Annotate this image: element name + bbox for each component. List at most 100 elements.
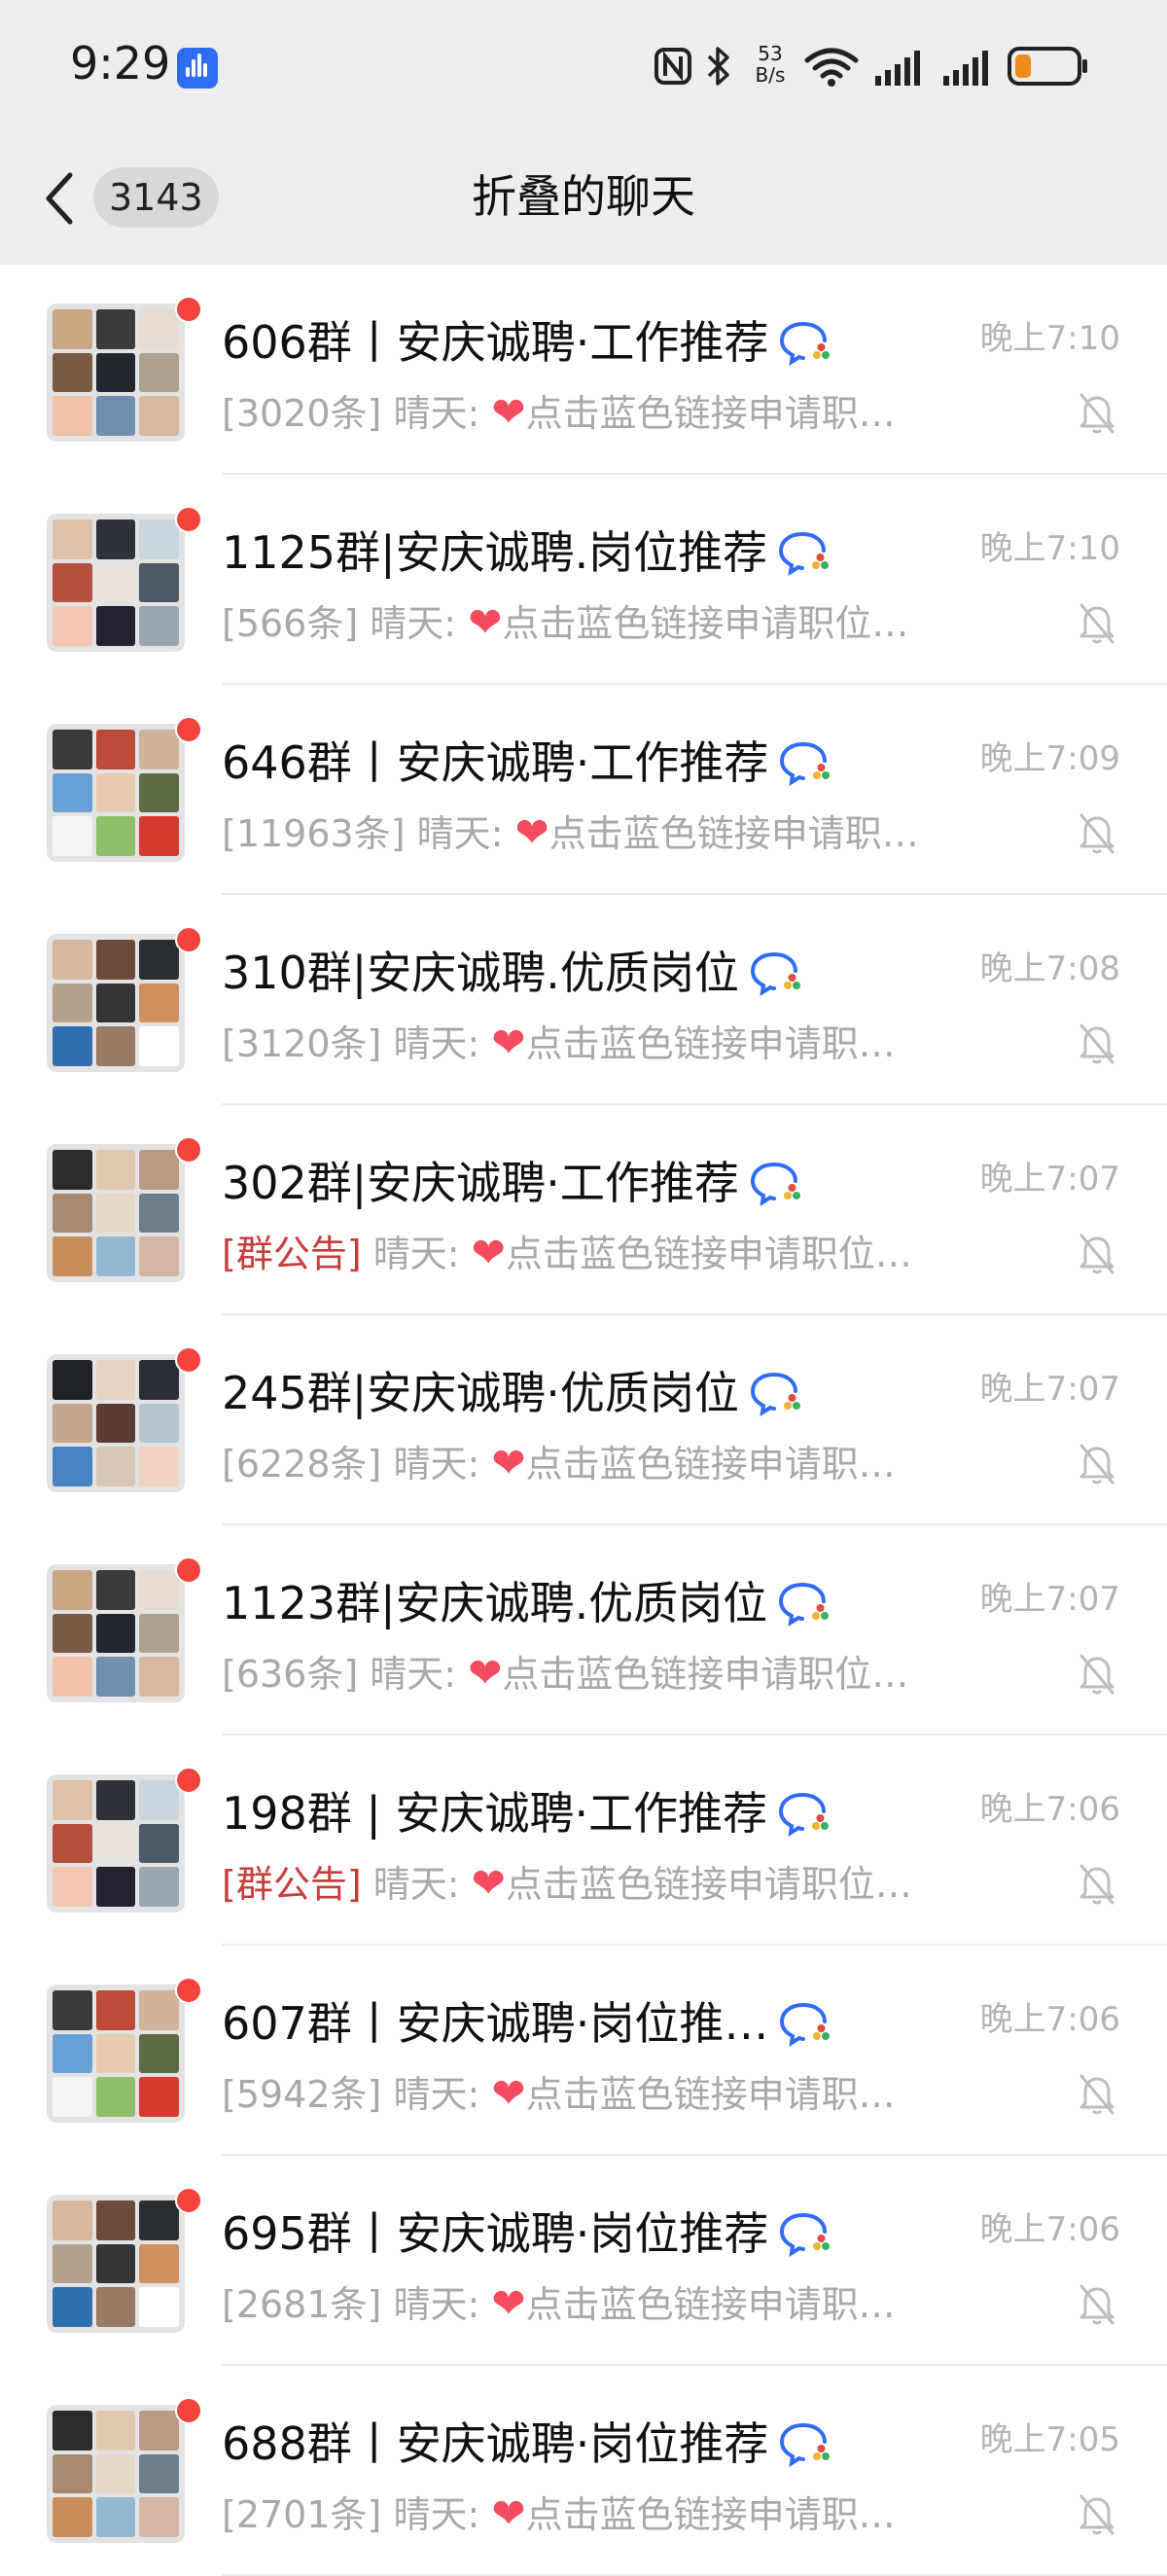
message-count: [3020条] [222,392,382,435]
group-avatar[interactable] [47,514,185,652]
mute-bell-icon [1079,1234,1114,1274]
chat-preview: [2701条] 晴天: ❤点击蓝色链接申请职… [222,2487,971,2542]
unread-dot [175,1767,202,1794]
avatar-tile [53,352,92,393]
group-chat-icon [779,1583,830,1627]
avatar-tile [139,940,179,980]
avatar-tile [53,1403,92,1444]
avatar-tile [53,940,92,980]
heart-emoji: ❤ [468,1649,503,1697]
message-text: 点击蓝色链接申请职… [525,1443,896,1485]
avatar-tile [139,562,179,603]
group-avatar[interactable] [47,2405,185,2543]
avatar-tile [53,1360,92,1400]
mute-bell-icon [1079,2284,1114,2325]
avatar-tile [53,396,92,436]
group-avatar[interactable] [47,724,185,862]
network-speed: 53 B/s [745,43,796,86]
message-text: 点击蓝色链接申请职… [525,2073,896,2116]
chat-name: 310群|安庆诚聘.优质岗位 [222,944,803,1002]
chat-list-item[interactable]: 310群|安庆诚聘.优质岗位 晚上7:08 [3120条] 晴天: ❤点击蓝色链… [0,895,1167,1105]
mute-bell-icon [1079,2494,1114,2535]
avatar-tile [95,1657,136,1697]
avatar-tile [139,772,179,813]
unread-dot [175,296,202,323]
mute-bell-icon [1079,813,1114,854]
avatar-tile [95,730,136,769]
chat-name-text: 606群丨安庆诚聘·工作推荐 [222,316,769,369]
avatar-tile [95,1823,136,1864]
heart-emoji: ❤ [491,2489,526,2537]
chat-list-item[interactable]: 606群丨安庆诚聘·工作推荐 晚上7:10 [3020条] 晴天: ❤点击蓝色链… [0,265,1167,475]
chat-list-item[interactable]: 302群|安庆诚聘·工作推荐 晚上7:07 [群公告] 晴天: ❤点击蓝色链接申… [0,1105,1167,1315]
chat-name-text: 688群丨安庆诚聘·岗位推荐 [222,2417,769,2470]
chat-list-item[interactable]: 688群丨安庆诚聘·岗位推荐 晚上7:05 [2701条] 晴天: ❤点击蓝色链… [0,2366,1167,2576]
chat-list-item[interactable]: 1125群|安庆诚聘.岗位推荐 晚上7:10 [566条] 晴天: ❤点击蓝色链… [0,475,1167,685]
chat-list-item[interactable]: 695群丨安庆诚聘·岗位推荐 晚上7:06 [2681条] 晴天: ❤点击蓝色链… [0,2156,1167,2366]
avatar-tile [139,1780,179,1820]
announcement-tag: [群公告] [222,1863,362,1906]
chat-time: 晚上7:05 [979,2420,1120,2459]
avatar-tile [95,1150,136,1190]
chat-name: 245群|安庆诚聘·优质岗位 [222,1364,803,1422]
group-chat-icon [780,2423,831,2467]
group-avatar[interactable] [47,1564,185,1702]
chat-list-item[interactable]: 1123群|安庆诚聘.优质岗位 晚上7:07 [636条] 晴天: ❤点击蓝色链… [0,1525,1167,1735]
wifi-icon [804,48,859,87]
chat-preview: [636条] 晴天: ❤点击蓝色链接申请职位… [222,1646,971,1701]
avatar-tile [53,1867,92,1907]
announcement-tag: [群公告] [222,1233,362,1275]
group-avatar[interactable] [47,1774,185,1913]
group-avatar[interactable] [47,1354,185,1492]
chat-list-item[interactable]: 245群|安庆诚聘·优质岗位 晚上7:07 [6228条] 晴天: ❤点击蓝色链… [0,1315,1167,1525]
avatar-tile [139,816,179,856]
message-count: [6228条] [222,1443,382,1485]
chat-preview: [群公告] 晴天: ❤点击蓝色链接申请职位… [222,1856,971,1912]
chat-time: 晚上7:07 [979,1160,1120,1199]
chat-name-text: 607群丨安庆诚聘·岗位推… [222,1997,769,2050]
unread-dot [175,506,202,533]
heart-emoji: ❤ [491,2279,526,2327]
unread-dot [175,1346,202,1374]
message-count: [2681条] [222,2283,382,2326]
chat-name: 607群丨安庆诚聘·岗位推… [222,1994,832,2053]
avatar-tile [139,1236,179,1276]
chat-list-item[interactable]: 646群丨安庆诚聘·工作推荐 晚上7:09 [11963条] 晴天: ❤点击蓝色… [0,685,1167,895]
group-avatar[interactable] [47,934,185,1072]
chat-time: 晚上7:10 [979,529,1120,568]
group-avatar[interactable] [47,2195,185,2333]
unread-dot [175,2397,202,2424]
avatar-tile [95,816,136,856]
avatar-tile [95,562,136,603]
unread-dot [175,1136,202,1163]
sender-name: 晴天: [370,602,457,645]
unread-dot [175,926,202,953]
group-avatar[interactable] [47,1144,185,1282]
header-bar: 3143 折叠的聊天 [0,134,1167,265]
chat-name-text: 646群丨安庆诚聘·工作推荐 [222,736,769,789]
avatar-tile [95,352,136,393]
sender-name: 晴天: [370,1653,457,1696]
network-speed-value: 53 [758,42,783,65]
avatar-tile [53,1613,92,1654]
group-chat-icon [750,1163,800,1206]
avatar-tile [95,2033,136,2074]
group-avatar[interactable] [47,1985,185,2123]
chat-name: 302群|安庆诚聘·工作推荐 [222,1154,803,1212]
avatar-tile [139,1867,179,1907]
message-text: 点击蓝色链接申请职位… [505,1863,912,1906]
heart-emoji: ❤ [471,1229,506,1276]
message-text: 点击蓝色链接申请职位… [502,602,909,645]
heart-emoji: ❤ [468,598,503,646]
avatar-tile [95,2287,136,2327]
avatar-tile [95,1403,136,1444]
chat-list-item[interactable]: 607群丨安庆诚聘·岗位推… 晚上7:06 [5942条] 晴天: ❤点击蓝色链… [0,1946,1167,2156]
chat-list-item[interactable]: 198群 | 安庆诚聘·工作推荐 晚上7:06 [群公告] 晴天: ❤点击蓝色链… [0,1735,1167,1946]
message-count: [5942条] [222,2073,382,2116]
group-chat-icon [779,1793,830,1837]
avatar-tile [53,1823,92,1864]
avatar-tile [139,2243,179,2284]
group-avatar[interactable] [47,304,185,442]
avatar-tile [139,1657,179,1697]
heart-emoji: ❤ [491,1019,526,1066]
